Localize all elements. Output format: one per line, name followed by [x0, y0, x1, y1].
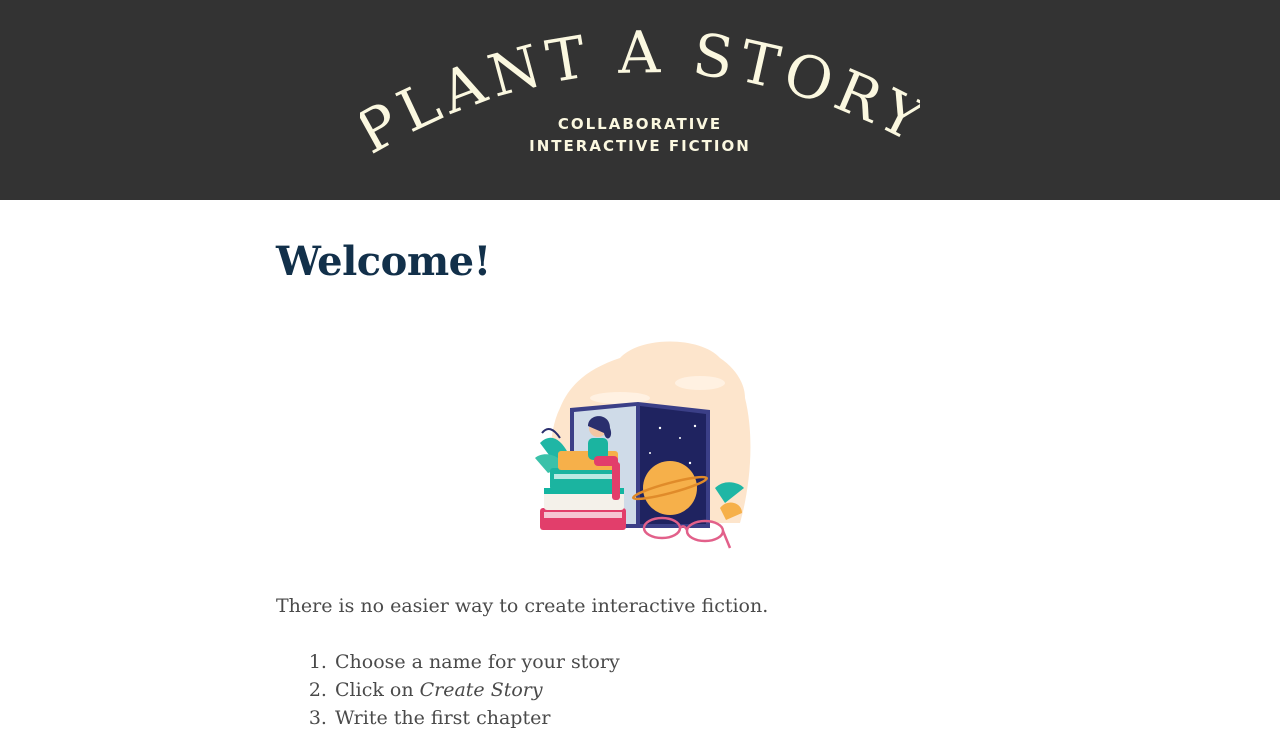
step-emphasis: Create Story	[419, 679, 543, 701]
logo-subtitle-line1: COLLABORATIVE	[557, 115, 723, 133]
step-text: Write the first chapter	[335, 707, 551, 729]
step-text: Choose a name for your story	[335, 651, 620, 673]
intro-text: There is no easier way to create interac…	[276, 595, 769, 617]
site-header: PLANT A STORY COLLABORATIVE INTERACTIVE …	[0, 0, 1280, 200]
reading-books-illustration	[535, 341, 751, 549]
list-item: Write the first chapter	[333, 704, 620, 732]
page-title: Welcome!	[276, 238, 491, 285]
list-item: Click on Create Story	[333, 676, 620, 704]
steps-list: Choose a name for your story Click on Cr…	[276, 648, 620, 732]
step-text: Click on	[335, 679, 420, 701]
logo-subtitle-line2: INTERACTIVE FICTION	[529, 137, 751, 155]
list-item: Choose a name for your story	[333, 648, 620, 676]
